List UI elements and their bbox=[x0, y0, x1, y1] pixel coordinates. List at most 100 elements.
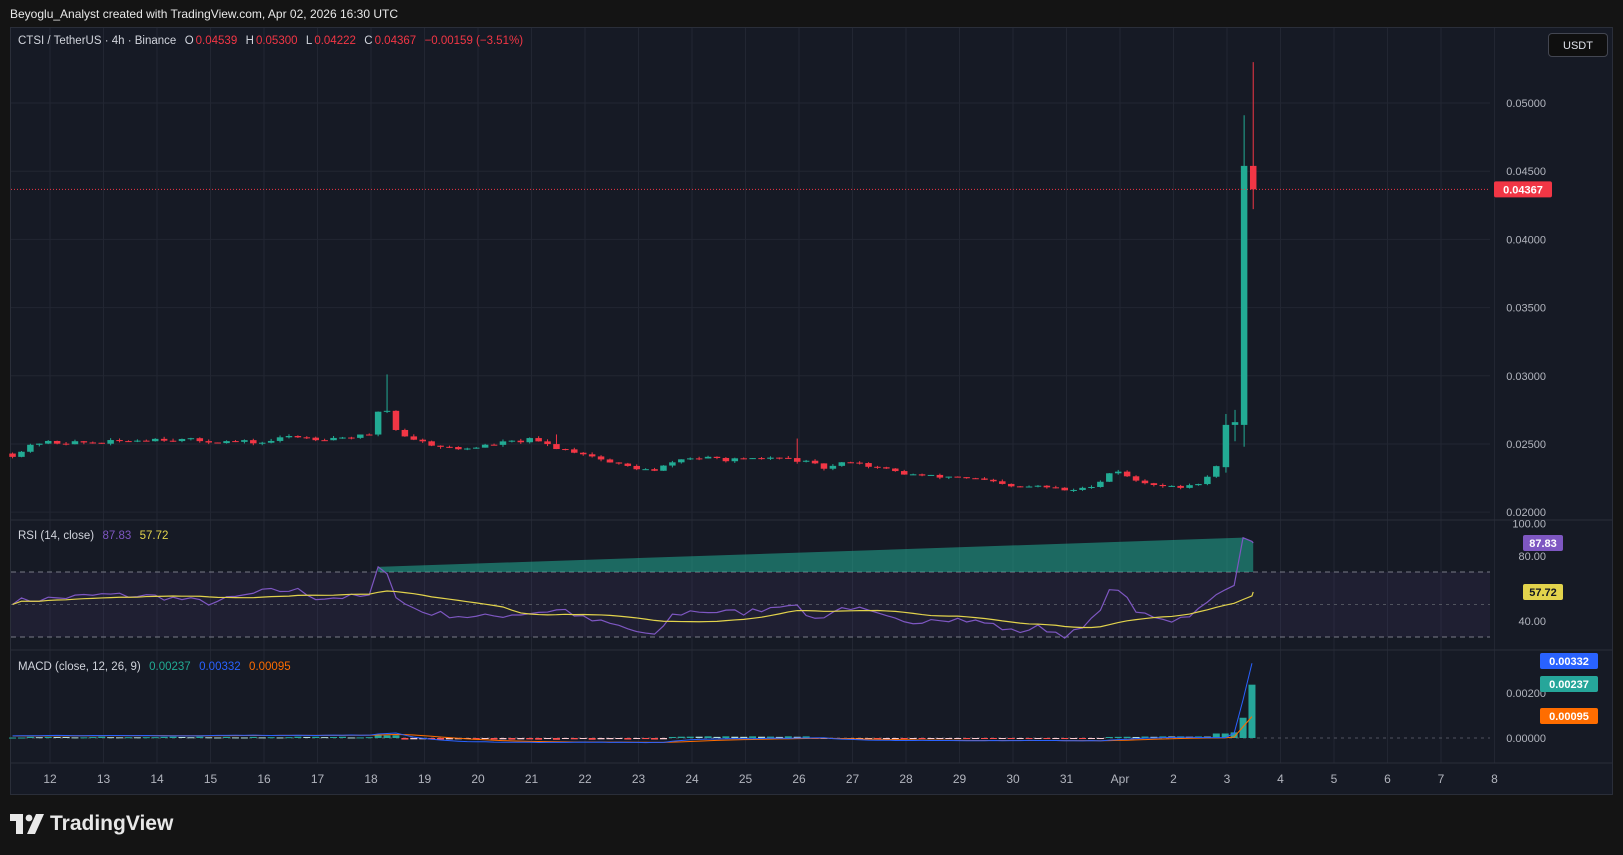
macd-histogram-bar bbox=[615, 738, 623, 739]
time-axis-tick: 3 bbox=[1224, 772, 1231, 786]
candle-body bbox=[339, 437, 346, 439]
candle-body bbox=[241, 440, 248, 442]
candle-body bbox=[232, 441, 239, 443]
candle-body bbox=[1240, 165, 1248, 425]
macd-histogram-bar bbox=[294, 736, 302, 738]
candle-body bbox=[811, 460, 819, 464]
macd-histogram-bar bbox=[490, 738, 498, 740]
macd-label[interactable]: MACD (close, 12, 26, 9) bbox=[18, 661, 141, 673]
macd-histogram-bar bbox=[142, 737, 150, 739]
macd-histogram-bar bbox=[722, 736, 730, 738]
macd-histogram-bar bbox=[704, 736, 712, 738]
candle-body bbox=[713, 456, 721, 458]
candle-body bbox=[615, 462, 623, 464]
macd-histogram-bar bbox=[178, 736, 186, 738]
candle-body bbox=[579, 452, 587, 455]
candle-body bbox=[437, 445, 444, 447]
candle-body bbox=[1052, 487, 1060, 489]
macd-histogram-bar bbox=[267, 737, 275, 739]
rsi-label[interactable]: RSI (14, close) bbox=[18, 530, 94, 542]
candle-body bbox=[669, 462, 676, 466]
candle-body bbox=[802, 460, 810, 462]
macd-histogram-bar bbox=[53, 736, 61, 738]
candle-body bbox=[187, 438, 195, 440]
currency-button[interactable]: USDT bbox=[1548, 33, 1608, 57]
macd-histogram-bar bbox=[26, 736, 34, 738]
candle-body bbox=[27, 444, 34, 452]
chart-canvas[interactable]: 0.04367 0.05000 0.04500 0.04000 0.03500 0.030… bbox=[0, 0, 1623, 855]
macd-line-value: 0.00332 bbox=[199, 661, 241, 673]
macd-histogram-bar bbox=[1061, 738, 1069, 739]
time-axis-tick: 8 bbox=[1491, 772, 1498, 786]
candle-body bbox=[1088, 486, 1095, 488]
rsi-overbought-fill bbox=[378, 537, 1254, 572]
candle-body bbox=[169, 440, 177, 442]
macd-histogram-bar bbox=[731, 736, 739, 738]
candle-body bbox=[1249, 165, 1257, 190]
time-axis-tick: 19 bbox=[418, 772, 432, 786]
candle-body bbox=[927, 474, 935, 476]
time-axis-tick: 2 bbox=[1170, 772, 1177, 786]
macd-histogram-bar bbox=[124, 737, 132, 739]
time-axis-tick: 31 bbox=[1060, 772, 1074, 786]
candle-body bbox=[793, 458, 801, 462]
candle-body bbox=[481, 444, 489, 448]
candle-body bbox=[472, 447, 480, 449]
candle-body bbox=[865, 463, 872, 467]
macd-histogram-bar bbox=[17, 737, 25, 739]
macd-histogram-bar bbox=[383, 735, 391, 738]
macd-histogram-bar bbox=[151, 737, 159, 739]
macd-histogram-bar bbox=[980, 738, 988, 739]
candle-body bbox=[330, 437, 337, 441]
tradingview-logo-icon bbox=[10, 814, 44, 834]
macd-histogram-bar bbox=[633, 738, 641, 739]
candle-body bbox=[62, 443, 70, 445]
macd-histogram-bar bbox=[552, 738, 560, 740]
rsi-axis-tick: 40.00 bbox=[1518, 616, 1546, 628]
time-axis-tick: 23 bbox=[632, 772, 646, 786]
candle-body bbox=[820, 463, 828, 469]
candle-body bbox=[36, 443, 43, 445]
macd-histogram-bar bbox=[392, 735, 400, 738]
change-value: −0.00159 (−3.51%) bbox=[424, 35, 524, 47]
time-axis-tick: 26 bbox=[792, 772, 806, 786]
time-axis-tick: 4 bbox=[1277, 772, 1284, 786]
candle-body bbox=[633, 465, 640, 470]
candle-body bbox=[686, 458, 694, 460]
macd-histogram-bar bbox=[107, 737, 115, 739]
macd-histogram-bar bbox=[713, 736, 721, 738]
candle-body bbox=[954, 476, 961, 478]
price-axis-tick: 0.04500 bbox=[1506, 166, 1546, 178]
candle-body bbox=[1204, 476, 1211, 485]
candle-body bbox=[1186, 485, 1193, 488]
macd-histogram-bar bbox=[677, 736, 685, 738]
candle-body bbox=[89, 442, 97, 444]
candle-body bbox=[18, 451, 25, 457]
candle-body bbox=[214, 442, 221, 444]
low-label: L bbox=[305, 35, 313, 47]
open-label: O bbox=[184, 35, 194, 47]
candle-body bbox=[1168, 485, 1175, 487]
macd-histogram-bar bbox=[570, 738, 578, 740]
rsi-axis-tick: 80.00 bbox=[1518, 551, 1546, 563]
macd-line-tag-label: 0.00332 bbox=[1549, 656, 1589, 668]
time-axis-tick: 25 bbox=[739, 772, 753, 786]
tradingview-logo[interactable]: TradingView bbox=[10, 812, 173, 836]
candle-body bbox=[660, 465, 667, 471]
low-value: 0.04222 bbox=[314, 35, 356, 47]
symbol-label[interactable]: CTSI / TetherUS · 4h · Binance bbox=[18, 35, 176, 47]
candle-body bbox=[651, 469, 658, 471]
candle-body bbox=[749, 458, 756, 460]
time-axis-tick: 22 bbox=[578, 772, 592, 786]
candle-body bbox=[428, 441, 435, 446]
candle-body bbox=[597, 456, 605, 460]
candle-body bbox=[909, 474, 917, 476]
candle-body bbox=[223, 441, 230, 444]
macd-histogram-bar bbox=[321, 737, 329, 739]
time-axis-tick: 7 bbox=[1438, 772, 1445, 786]
price-axis-tick: 0.04000 bbox=[1506, 234, 1546, 246]
candle-body bbox=[1016, 486, 1024, 488]
macd-histogram-bar bbox=[526, 738, 534, 740]
macd-histogram-bar bbox=[1132, 736, 1140, 738]
rsi-value: 87.83 bbox=[102, 530, 132, 542]
